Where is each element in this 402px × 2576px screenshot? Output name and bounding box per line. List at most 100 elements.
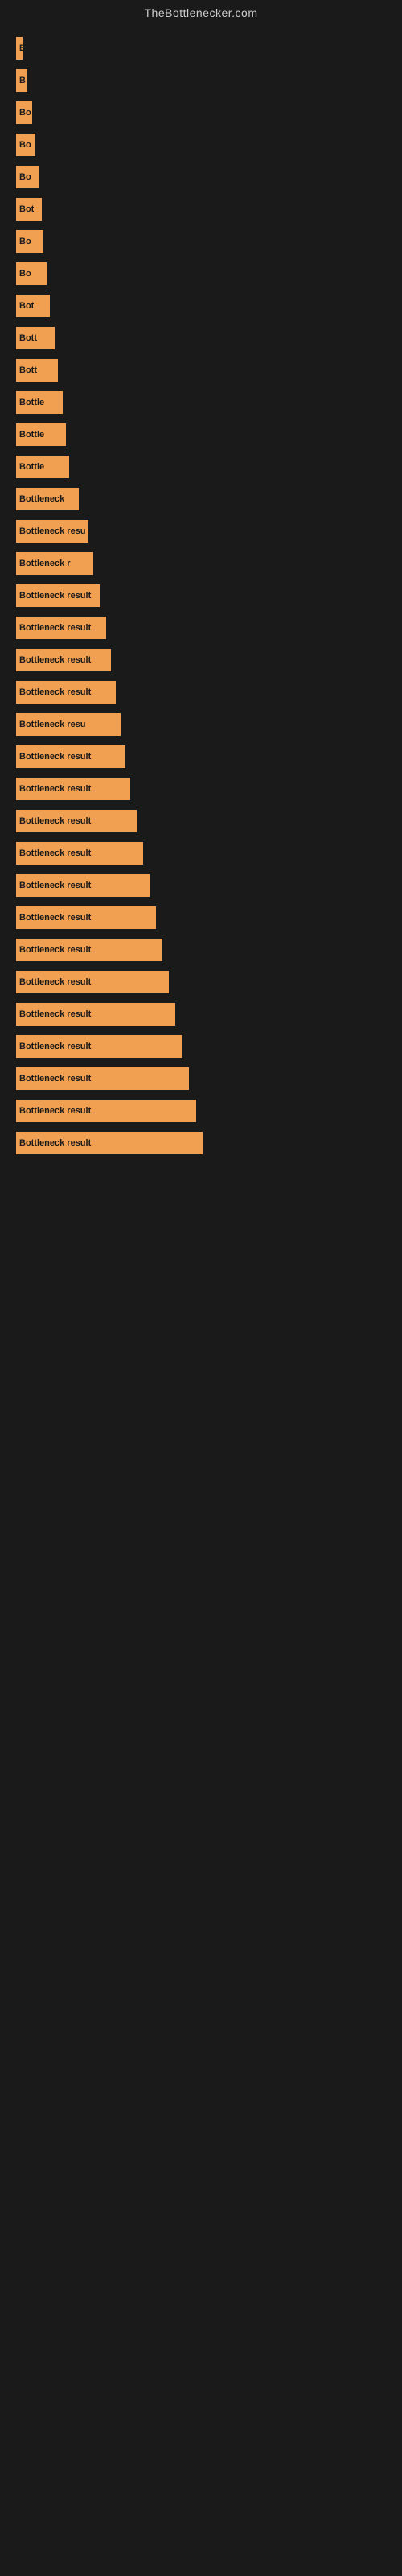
bar-row: Bottleneck: [16, 488, 386, 510]
result-bar: Bo: [16, 230, 43, 253]
result-bar: Bo: [16, 262, 47, 285]
bar-label: Bottleneck result: [19, 816, 91, 826]
bar-label: Bo: [19, 172, 31, 182]
result-bar: Bottleneck result: [16, 1067, 189, 1090]
bar-row: Bottleneck result: [16, 778, 386, 800]
bar-row: Bo: [16, 134, 386, 156]
bar-row: Bottleneck result: [16, 1035, 386, 1058]
bar-row: B: [16, 69, 386, 92]
bar-row: Bott: [16, 327, 386, 349]
bar-label: Bot: [19, 301, 34, 311]
result-bar: Bottleneck r: [16, 552, 93, 575]
result-bar: Bottleneck resu: [16, 713, 121, 736]
result-bar: B: [16, 37, 23, 60]
bar-row: Bottleneck result: [16, 1100, 386, 1122]
bar-row: Bottleneck result: [16, 810, 386, 832]
bar-row: Bottleneck result: [16, 681, 386, 704]
result-bar: Bott: [16, 327, 55, 349]
bar-label: Bott: [19, 365, 37, 375]
bar-row: Bottleneck result: [16, 1067, 386, 1090]
bar-row: Bottleneck result: [16, 649, 386, 671]
result-bar: Bottleneck result: [16, 584, 100, 607]
bar-row: Bottleneck result: [16, 906, 386, 929]
bar-row: Bo: [16, 262, 386, 285]
bar-label: Bo: [19, 140, 31, 150]
result-bar: B: [16, 69, 27, 92]
bar-label: Bottleneck result: [19, 1042, 91, 1051]
bar-label: Bottle: [19, 398, 44, 407]
bar-row: Bottleneck resu: [16, 520, 386, 543]
result-bar: Bot: [16, 295, 50, 317]
bar-row: Bottleneck result: [16, 939, 386, 961]
bar-label: Bott: [19, 333, 37, 343]
bar-label: Bottleneck result: [19, 977, 91, 987]
result-bar: Bottleneck result: [16, 842, 143, 865]
bar-row: Bottleneck r: [16, 552, 386, 575]
result-bar: Bottleneck result: [16, 1100, 196, 1122]
bar-row: Bo: [16, 230, 386, 253]
bar-label: Bottleneck r: [19, 559, 71, 568]
bar-label: B: [19, 76, 26, 85]
bar-row: Bottleneck result: [16, 971, 386, 993]
result-bar: Bottleneck result: [16, 906, 156, 929]
bar-label: Bottleneck result: [19, 913, 91, 923]
result-bar: Bottleneck result: [16, 874, 150, 897]
bar-label: Bottleneck: [19, 494, 64, 504]
result-bar: Bottleneck result: [16, 617, 106, 639]
bar-row: Bott: [16, 359, 386, 382]
result-bar: Bottleneck result: [16, 778, 130, 800]
result-bar: Bottleneck resu: [16, 520, 88, 543]
bar-label: Bottleneck result: [19, 1106, 91, 1116]
result-bar: Bottleneck result: [16, 681, 116, 704]
result-bar: Bot: [16, 198, 42, 221]
result-bar: Bottle: [16, 456, 69, 478]
bar-label: Bottleneck result: [19, 848, 91, 858]
bar-row: Bottleneck result: [16, 1003, 386, 1026]
bar-row: Bo: [16, 166, 386, 188]
result-bar: Bottleneck result: [16, 1003, 175, 1026]
bar-label: Bot: [19, 204, 34, 214]
result-bar: Bottleneck result: [16, 649, 111, 671]
bar-label: Bottleneck result: [19, 1074, 91, 1084]
bar-label: Bottleneck resu: [19, 720, 86, 729]
bar-label: Bottle: [19, 462, 44, 472]
result-bar: Bottleneck result: [16, 1035, 182, 1058]
bar-label: Bottle: [19, 430, 44, 440]
bar-label: Bottleneck result: [19, 1009, 91, 1019]
bar-label: Bottleneck result: [19, 1138, 91, 1148]
bar-label: B: [19, 43, 23, 53]
bar-label: Bottleneck result: [19, 784, 91, 794]
bar-row: Bottle: [16, 391, 386, 414]
bar-row: Bot: [16, 198, 386, 221]
bar-row: Bottleneck result: [16, 617, 386, 639]
result-bar: Bottleneck result: [16, 745, 125, 768]
bar-row: Bottle: [16, 423, 386, 446]
bar-row: Bot: [16, 295, 386, 317]
result-bar: Bottleneck: [16, 488, 79, 510]
bar-row: Bottleneck result: [16, 874, 386, 897]
result-bar: Bottle: [16, 423, 66, 446]
result-bar: Bottleneck result: [16, 1132, 203, 1154]
bar-label: Bottleneck result: [19, 623, 91, 633]
bar-label: Bottleneck result: [19, 881, 91, 890]
result-bar: Bottle: [16, 391, 63, 414]
bar-label: Bo: [19, 108, 31, 118]
result-bar: Bo: [16, 134, 35, 156]
bar-row: Bottleneck resu: [16, 713, 386, 736]
bar-label: Bo: [19, 237, 31, 246]
result-bar: Bottleneck result: [16, 971, 169, 993]
bar-label: Bottleneck resu: [19, 526, 86, 536]
bars-container: B B Bo Bo Bo Bot Bo Bo Bot Bott Bott Bottle Bottle Bo…: [0, 29, 402, 1172]
bar-label: Bottleneck result: [19, 945, 91, 955]
bar-label: Bottleneck result: [19, 591, 91, 601]
bar-row: Bottleneck result: [16, 745, 386, 768]
bar-row: Bo: [16, 101, 386, 124]
result-bar: Bottleneck result: [16, 939, 162, 961]
bar-label: Bottleneck result: [19, 655, 91, 665]
bar-row: B: [16, 37, 386, 60]
result-bar: Bo: [16, 101, 32, 124]
bar-label: Bottleneck result: [19, 752, 91, 762]
site-title: TheBottlenecker.com: [0, 0, 402, 29]
bar-row: Bottleneck result: [16, 1132, 386, 1154]
bar-row: Bottle: [16, 456, 386, 478]
